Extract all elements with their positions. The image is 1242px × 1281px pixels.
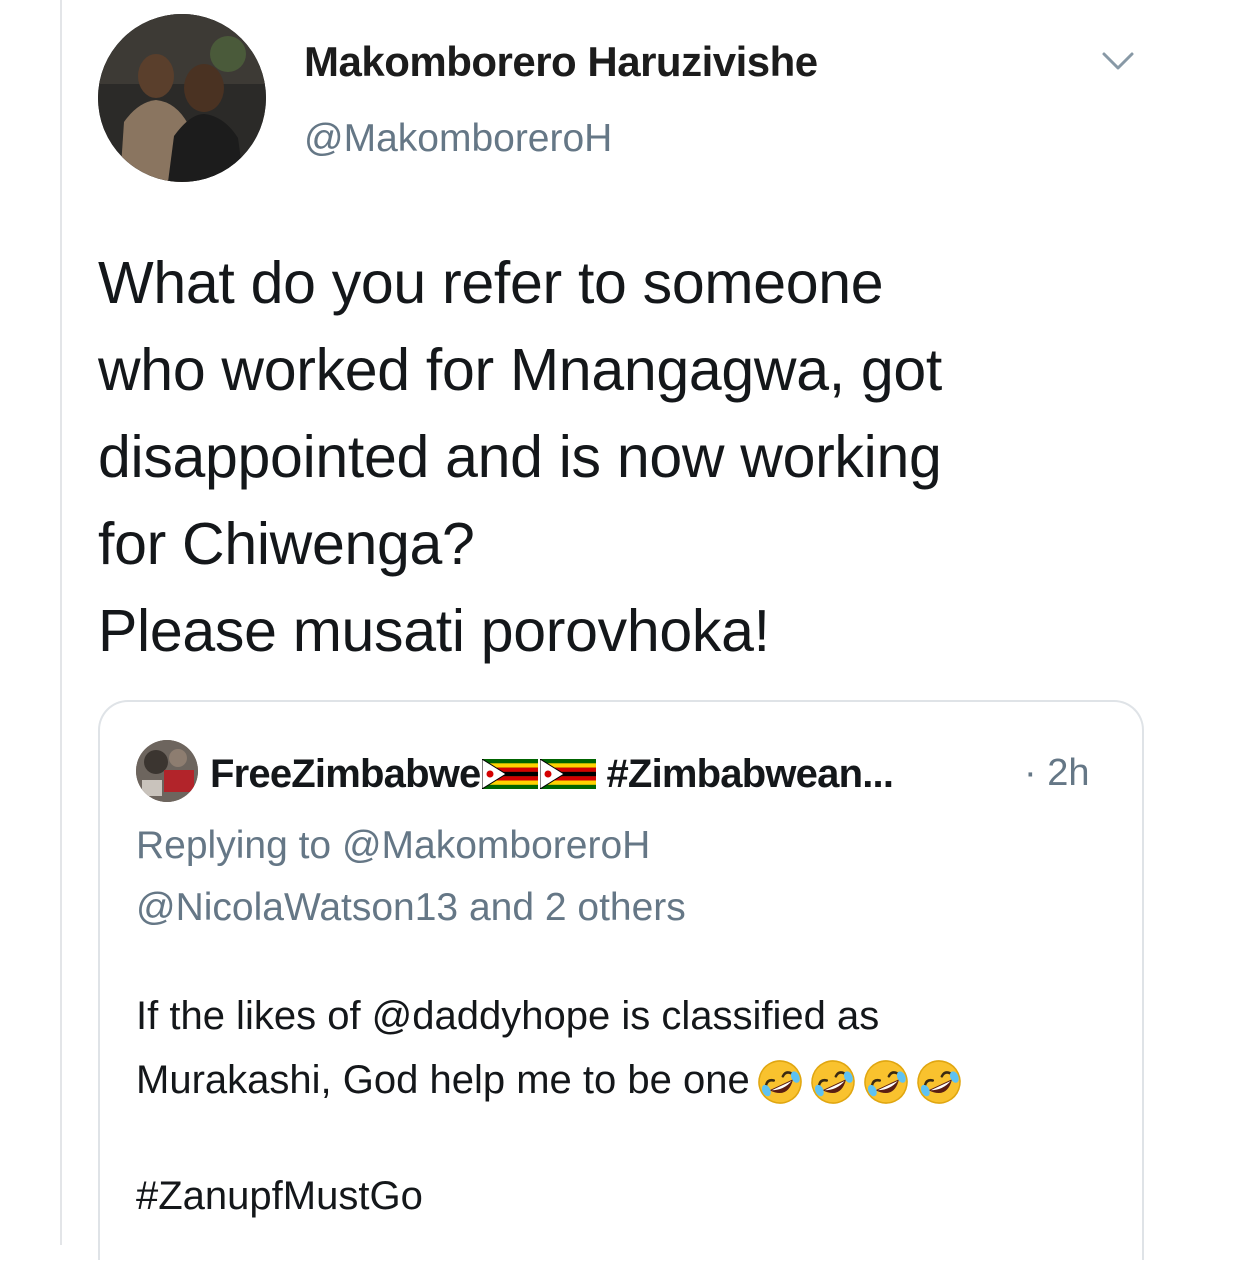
quoted-author-name[interactable]: FreeZimbabwe: [210, 752, 481, 797]
laughing-emoji-icon: [808, 1057, 858, 1107]
quoted-timestamp[interactable]: · 2h: [1024, 752, 1089, 795]
quoted-body: If the likes of @daddyhope is classified…: [136, 984, 1116, 1112]
laughing-emoji-icon: [755, 1057, 805, 1107]
quoted-header: FreeZimbabwe #Zimbabwean...: [210, 748, 894, 800]
avatar-photo: [98, 14, 266, 182]
laughing-emoji-icon: [914, 1057, 964, 1107]
quoted-tweet[interactable]: FreeZimbabwe #Zimbabwean... · 2h Replyin…: [98, 700, 1144, 1260]
quoted-body-line: If the likes of @daddyhope is classified…: [136, 994, 880, 1038]
quoted-body-line-text: Murakashi, God help me to be one: [136, 1058, 750, 1102]
tweet-text-line: who worked for Mnangagwa, got: [98, 337, 943, 403]
quoted-hashtag-link[interactable]: #ZanupfMustGo: [136, 1174, 423, 1219]
author-avatar[interactable]: [98, 14, 266, 182]
author-handle[interactable]: @MakomboreroH: [304, 117, 612, 161]
tweet-text-line: disappointed and is now working: [98, 424, 942, 490]
quoted-avatar-photo: [136, 740, 198, 802]
emoji-row: [752, 1057, 964, 1107]
reply-mentions[interactable]: @NicolaWatson13 and 2 others: [136, 886, 686, 930]
tweet-text-line: for Chiwenga?: [98, 511, 475, 577]
tweet-text-line: Please musati porovhoka!: [98, 598, 770, 664]
replying-to[interactable]: Replying to @MakomboreroH: [136, 824, 650, 868]
tweet-text: What do you refer to someone who worked …: [98, 240, 1158, 675]
quoted-body-line-2: Murakashi, God help me to be one: [136, 1048, 1116, 1112]
tweet-text-line: What do you refer to someone: [98, 250, 884, 316]
author-name[interactable]: Makomborero Haruzivishe: [304, 38, 818, 86]
zimbabwe-flag-icon: [482, 759, 539, 789]
quoted-name-hashtag: #Zimbabwean...: [606, 751, 894, 796]
chevron-down-icon[interactable]: [1098, 46, 1138, 76]
tweet[interactable]: Makomborero Haruzivishe @MakomboreroH Wh…: [62, 0, 1242, 1260]
tweet-page: Makomborero Haruzivishe @MakomboreroH Wh…: [0, 0, 1242, 1281]
laughing-emoji-icon: [861, 1057, 911, 1107]
zimbabwe-flag-icon: [540, 759, 597, 789]
quoted-author-avatar[interactable]: [136, 740, 198, 802]
